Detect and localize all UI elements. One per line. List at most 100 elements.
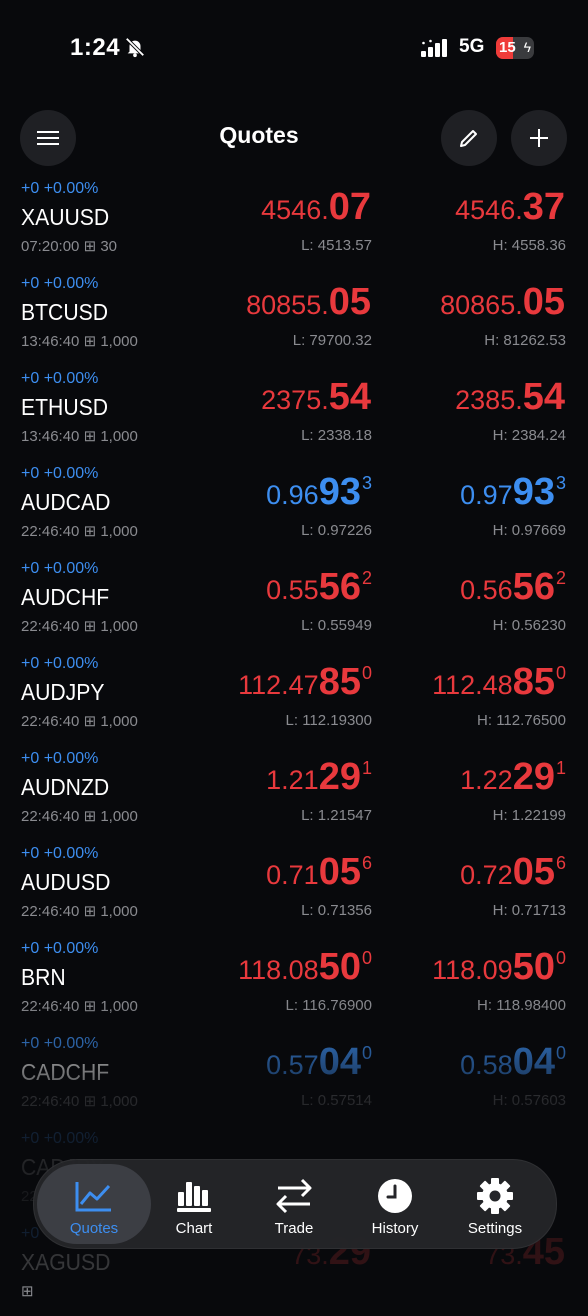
status-time: 1:24 xyxy=(70,34,121,61)
trade-arrows-icon xyxy=(276,1178,312,1214)
quote-row[interactable]: +0 +0.00% BRN 22:46:40 ⊞ 1,000 118.08500 118… xyxy=(0,936,588,1031)
bid-price[interactable]: 2375.54 xyxy=(261,376,372,419)
ask-price[interactable]: 4546.37 xyxy=(455,186,566,229)
contract-size-icon: ⊞ xyxy=(83,523,97,540)
quote-size: 30 xyxy=(100,238,117,255)
ask-price[interactable]: 118.09500 xyxy=(432,946,566,989)
bid-price[interactable]: 0.96933 xyxy=(266,471,372,514)
contract-size-icon: ⊞ xyxy=(83,1093,97,1110)
battery-indicator: 15 ϟ xyxy=(496,37,534,59)
bid-price-pips: 85 xyxy=(318,661,361,703)
bid-price[interactable]: 112.47850 xyxy=(238,661,372,704)
ask-price-pips: 85 xyxy=(512,661,555,703)
quote-high: H: 0.71713 xyxy=(492,902,566,919)
tab-trade-label: Trade xyxy=(274,1220,314,1237)
bid-price[interactable]: 4546.07 xyxy=(261,186,372,229)
add-symbol-button[interactable] xyxy=(511,110,567,166)
quote-change: +0 +0.00% xyxy=(21,655,99,672)
quote-symbol: BTCUSD xyxy=(21,299,108,325)
battery-level: 15 xyxy=(499,39,516,56)
quote-change: +0 +0.00% xyxy=(21,845,99,862)
ask-price-pips: 29 xyxy=(512,756,555,798)
ask-price[interactable] xyxy=(565,1136,566,1179)
quote-meta: 13:46:40 ⊞ 1,000 xyxy=(21,427,138,445)
tab-settings-label: Settings xyxy=(467,1220,523,1237)
quote-change: +0 +0.00% xyxy=(21,180,99,197)
quote-row[interactable]: +0 +0.00% AUDCHF 22:46:40 ⊞ 1,000 0.55562 0.… xyxy=(0,556,588,651)
ask-price[interactable]: 1.22291 xyxy=(460,756,566,799)
bid-price-fraction: 1 xyxy=(361,758,372,778)
quote-meta: 22:46:40 ⊞ 1,000 xyxy=(21,807,138,825)
settings-gear-icon xyxy=(477,1178,513,1214)
bid-price-prefix: 1.21 xyxy=(266,765,319,795)
ask-price[interactable]: 0.72056 xyxy=(460,851,566,894)
bid-price-prefix: 0.55 xyxy=(266,575,319,605)
tab-trade[interactable]: Trade xyxy=(244,1164,344,1244)
bell-off-icon xyxy=(125,37,145,58)
quote-size: 1,000 xyxy=(100,618,138,635)
contract-size-icon: ⊞ xyxy=(21,1283,34,1300)
bid-price[interactable]: 0.55562 xyxy=(266,566,372,609)
bid-price[interactable]: 80855.05 xyxy=(246,281,372,324)
plus-icon xyxy=(530,129,548,147)
bid-price-prefix: 0.71 xyxy=(266,860,319,890)
ask-price-prefix: 0.97 xyxy=(460,480,513,510)
quote-row[interactable]: +0 +0.00% AUDUSD 22:46:40 ⊞ 1,000 0.71056 0.… xyxy=(0,841,588,936)
ask-price[interactable]: 0.97933 xyxy=(460,471,566,514)
tab-history[interactable]: History xyxy=(345,1164,445,1244)
quote-size: 1,000 xyxy=(100,428,138,445)
ask-price-pips: 50 xyxy=(512,946,555,988)
bid-price[interactable]: 1.21291 xyxy=(266,756,372,799)
bid-price-fraction: 0 xyxy=(361,948,372,968)
bid-price-pips: 05 xyxy=(328,281,371,323)
bid-price-fraction: 0 xyxy=(361,1043,372,1063)
contract-size-icon: ⊞ xyxy=(83,713,97,730)
ask-price-fraction: 6 xyxy=(555,853,566,873)
quote-time: 22:46:40 xyxy=(21,808,80,825)
quote-time: 13:46:40 xyxy=(21,333,80,350)
quote-high: H: 0.57603 xyxy=(492,1092,566,1109)
contract-size-icon: ⊞ xyxy=(83,903,97,920)
quote-symbol: ETHUSD xyxy=(21,394,108,420)
quote-low: L: 0.71356 xyxy=(301,902,372,919)
contract-size-icon: ⊞ xyxy=(83,618,97,635)
ask-price[interactable]: 0.58040 xyxy=(460,1041,566,1084)
tab-chart[interactable]: Chart xyxy=(144,1164,244,1244)
ask-price-pips: 93 xyxy=(512,471,555,513)
quote-symbol: XAGUSD xyxy=(21,1249,111,1275)
tab-history-label: History xyxy=(371,1220,419,1237)
bid-price[interactable]: 0.71056 xyxy=(266,851,372,894)
quote-row[interactable]: +0 +0.00% AUDNZD 22:46:40 ⊞ 1,000 1.21291 1.… xyxy=(0,746,588,841)
quote-symbol: AUDJPY xyxy=(21,679,105,705)
quote-low: L: 112.19300 xyxy=(285,712,372,729)
ask-price-fraction: 1 xyxy=(555,758,566,778)
quote-symbol: AUDUSD xyxy=(21,869,111,895)
quote-row[interactable]: +0 +0.00% XAUUSD 07:20:00 ⊞ 30 4546.07 4546.… xyxy=(0,176,588,271)
tab-quotes[interactable]: Quotes xyxy=(37,1164,151,1244)
quote-high: H: 2384.24 xyxy=(492,427,566,444)
ask-price[interactable]: 2385.54 xyxy=(455,376,566,419)
quote-row[interactable]: +0 +0.00% ETHUSD 13:46:40 ⊞ 1,000 2375.54 23… xyxy=(0,366,588,461)
contract-size-icon: ⊞ xyxy=(83,428,97,445)
bid-price[interactable]: 0.57040 xyxy=(266,1041,372,1084)
quote-high: H: 4558.36 xyxy=(492,237,566,254)
ask-price-fraction: 0 xyxy=(555,663,566,683)
ask-price-pips: 56 xyxy=(512,566,555,608)
quote-row[interactable]: +0 +0.00% AUDJPY 22:46:40 ⊞ 1,000 112.47850… xyxy=(0,651,588,746)
ask-price[interactable]: 80865.05 xyxy=(440,281,566,324)
quote-row[interactable]: +0 +0.00% BTCUSD 13:46:40 ⊞ 1,000 80855.05 8… xyxy=(0,271,588,366)
ask-price[interactable]: 112.48850 xyxy=(432,661,566,704)
ask-price-prefix: 0.72 xyxy=(460,860,513,890)
quote-row[interactable]: +0 +0.00% CADCHF 22:46:40 ⊞ 1,000 0.57040 0.… xyxy=(0,1031,588,1126)
charging-icon: ϟ xyxy=(523,39,531,55)
quote-time: 13:46:40 xyxy=(21,428,80,445)
ask-price[interactable]: 0.56562 xyxy=(460,566,566,609)
bid-price[interactable]: 118.08500 xyxy=(238,946,372,989)
edit-button[interactable] xyxy=(441,110,497,166)
quote-row[interactable]: +0 +0.00% AUDCAD 22:46:40 ⊞ 1,000 0.96933 0.… xyxy=(0,461,588,556)
bid-price-pips: 04 xyxy=(318,1041,361,1083)
quote-time: 07:20:00 xyxy=(21,238,80,255)
tab-settings[interactable]: Settings xyxy=(445,1164,545,1244)
quote-high: H: 81262.53 xyxy=(484,332,566,349)
bid-price-fraction: 6 xyxy=(361,853,372,873)
